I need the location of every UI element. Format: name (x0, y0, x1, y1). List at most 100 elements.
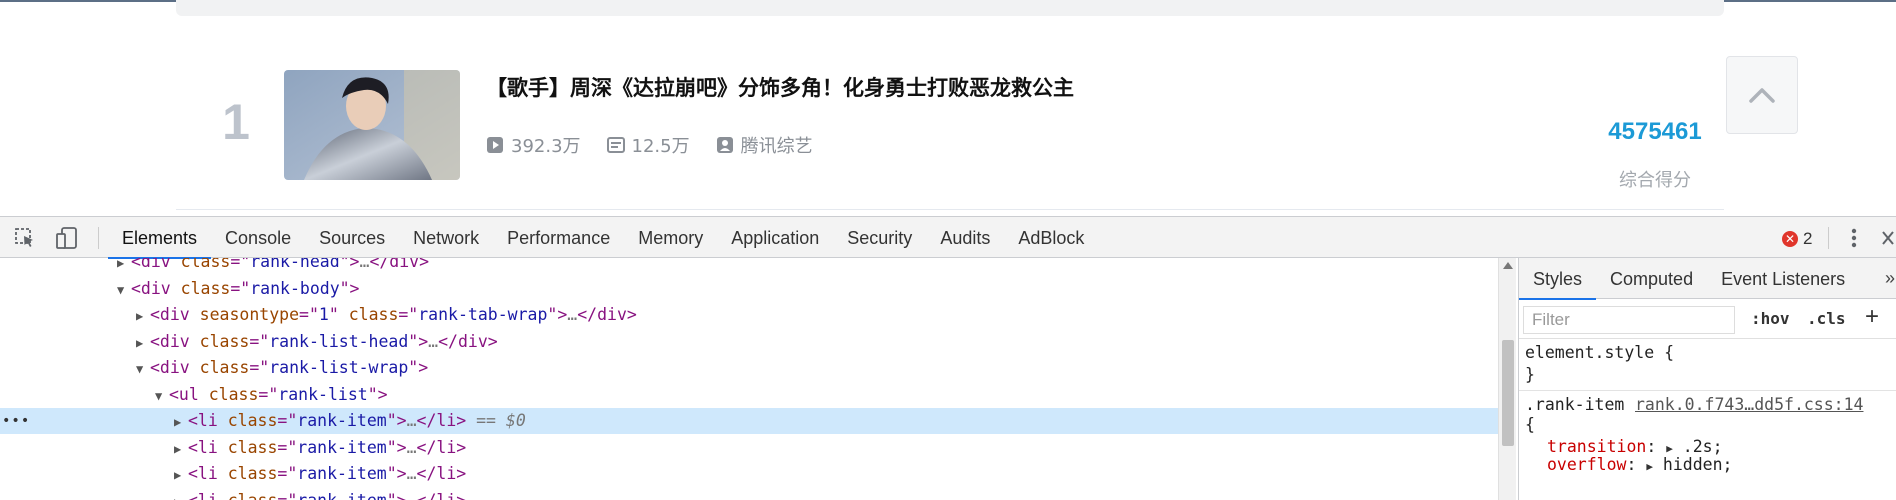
error-icon: ✕ (1782, 231, 1798, 247)
tab-performance[interactable]: Performance (493, 217, 624, 258)
property-name[interactable]: overflow (1547, 455, 1626, 474)
tree-node[interactable]: ▶ <div class="rank-head">…</div> (0, 258, 1498, 275)
rank-item[interactable]: 1 【歌手】周深《达拉崩吧》分饰多角！化身勇士打败恶龙救公主 392.3万 12… (176, 48, 1724, 210)
hover-state-toggle[interactable]: :hov (1751, 309, 1790, 328)
element-style-close: } (1525, 365, 1535, 384)
video-thumbnail[interactable] (284, 70, 460, 180)
expand-triangle-icon[interactable]: ▶ (136, 303, 150, 329)
close-devtools-icon[interactable] (1880, 225, 1896, 251)
tab-audits[interactable]: Audits (926, 217, 1004, 258)
node-val: rank-tab-wrap (418, 305, 548, 324)
class-toggle[interactable]: .cls (1807, 309, 1846, 328)
collapse-triangle-icon[interactable]: ▼ (117, 277, 131, 303)
rule-source-link[interactable]: rank.0.f743…dd5f.css:14 (1635, 394, 1863, 416)
more-tabs-icon[interactable]: » (1885, 268, 1895, 289)
node-tag: =" (277, 490, 298, 500)
tab-event-listeners[interactable]: Event Listeners (1707, 258, 1859, 299)
tab-sources[interactable]: Sources (305, 217, 399, 258)
node-tag: <div (150, 358, 200, 377)
play-icon (487, 137, 503, 153)
node-tag: " (328, 305, 349, 324)
expand-triangle-icon[interactable]: ▶ (174, 436, 188, 462)
rule-selector[interactable]: .rank-item (1525, 394, 1624, 416)
tab-adblock[interactable]: AdBlock (1004, 217, 1098, 258)
node-tag: =" (299, 305, 319, 324)
node-dollar: == $0 (466, 411, 526, 430)
tree-node[interactable]: ▶ <div seasontype="1" class="rank-tab-wra… (0, 302, 1498, 328)
tab-application[interactable]: Application (717, 217, 833, 258)
video-title[interactable]: 【歌手】周深《达拉崩吧》分饰多角！化身勇士打败恶龙救公主 (486, 72, 1074, 102)
collapse-triangle-icon[interactable]: ▼ (136, 356, 150, 382)
node-tag: =" (249, 358, 270, 377)
node-val: rank-item (297, 437, 387, 457)
tab-styles[interactable]: Styles (1519, 258, 1597, 300)
more-options-icon[interactable] (1844, 225, 1864, 251)
expand-triangle-icon[interactable]: ▶ (174, 462, 188, 488)
node-attr: class (227, 437, 278, 457)
inspect-element-icon[interactable] (14, 227, 36, 249)
node-tag: =" (230, 258, 251, 271)
toolbar-divider-right (1828, 227, 1829, 249)
node-attr: class (208, 384, 259, 404)
node-tag: <li (188, 490, 228, 500)
expand-triangle-icon[interactable]: ▶ (136, 330, 150, 356)
node-tag: =" (277, 464, 298, 483)
tree-node[interactable]: ▼ <div class="rank-list-wrap"> (0, 355, 1498, 381)
device-toolbar-icon[interactable] (56, 227, 78, 249)
node-val: rank-list (278, 384, 368, 404)
tree-node-selected[interactable]: ••• ▶ <li class="rank-item">…</li> == $0 (0, 408, 1498, 434)
tab-security[interactable]: Security (833, 217, 926, 258)
styles-filter-input[interactable]: Filter (1523, 306, 1735, 334)
danmaku-count: 12.5万 (606, 132, 690, 158)
node-attr: class (227, 464, 278, 483)
declaration-overflow[interactable]: overflow: ▶ hidden; (1547, 454, 1732, 476)
expand-triangle-icon[interactable]: ▶ (1646, 460, 1653, 473)
scroll-up-icon[interactable] (1503, 262, 1513, 269)
node-tag: "> (408, 331, 429, 351)
elements-scrollbar[interactable] (1498, 258, 1516, 500)
node-tag: "> (386, 411, 407, 430)
tab-network[interactable]: Network (399, 217, 493, 258)
collapse-triangle-icon[interactable]: ▼ (155, 383, 169, 409)
uploader[interactable]: 腾讯综艺 (716, 132, 813, 158)
expand-triangle-icon[interactable]: ▶ (174, 409, 188, 435)
property-value[interactable]: hidden; (1663, 455, 1733, 474)
node-tag: =" (249, 331, 270, 351)
uploader-name[interactable]: 腾讯综艺 (741, 132, 813, 158)
expand-triangle-icon[interactable]: ▶ (117, 258, 131, 276)
tree-node[interactable]: ▶<li class="rank-item">…</li> (0, 461, 1498, 487)
node-gray: … (359, 258, 370, 271)
elements-tree[interactable]: ▶ <div class="rank-head">…</div> ▼ <div cla… (0, 258, 1498, 500)
styles-filter-row: Filter :hov .cls + (1519, 299, 1896, 339)
user-icon (716, 137, 733, 153)
node-tag: </li> (416, 464, 467, 483)
node-actions-icon[interactable]: ••• (2, 408, 30, 434)
new-rule-button[interactable]: + (1865, 303, 1879, 331)
node-tag: <div (150, 331, 200, 351)
expand-triangle-icon[interactable]: ▶ (174, 489, 188, 500)
node-tag: "> (386, 437, 407, 457)
tree-node[interactable]: ▼ <div class="rank-body"> (0, 276, 1498, 302)
tree-node[interactable]: ▶<li class="rank-item">…</li> (0, 435, 1498, 461)
rank-number: 1 (222, 94, 250, 150)
danmaku-count-value: 12.5万 (631, 136, 690, 157)
node-tag: "> (386, 490, 407, 500)
tree-node[interactable]: ▼ <ul class="rank-list"> (0, 382, 1498, 408)
node-tag: =" (277, 411, 298, 430)
scroll-thumb[interactable] (1502, 340, 1514, 446)
tab-elements[interactable]: Elements (108, 217, 212, 259)
tab-console[interactable]: Console (211, 217, 305, 258)
tree-node[interactable]: ▶<li class="rank-item">…</li> (0, 488, 1498, 500)
tab-memory[interactable]: Memory (624, 217, 717, 258)
node-val: 1 (318, 305, 329, 324)
node-tag: </div> (438, 331, 498, 351)
node-tag: "> (408, 358, 429, 377)
tab-computed[interactable]: Computed (1596, 258, 1707, 299)
styles-tabs: Styles Computed Event Listeners » (1519, 258, 1896, 300)
element-style-selector[interactable]: element.style { (1525, 342, 1674, 364)
node-gray: … (406, 411, 417, 430)
error-counter[interactable]: ✕ 2 (1782, 229, 1812, 249)
back-to-top-button[interactable] (1726, 56, 1798, 134)
tree-node[interactable]: ▶ <div class="rank-list-head">…</div> (0, 329, 1498, 355)
node-tag: =" (398, 305, 419, 324)
